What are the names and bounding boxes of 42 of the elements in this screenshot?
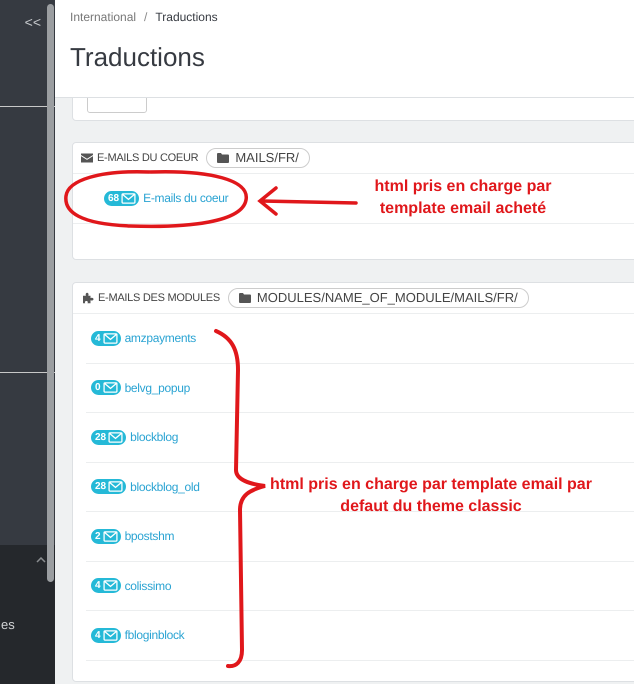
module-link[interactable]: bpostshm [124,527,174,546]
envelope-icon [102,530,118,542]
annotation-text: html pris en charge par template email acheté [374,177,552,219]
count-badge: 28 [91,479,126,494]
scrollbar[interactable] [47,4,54,582]
envelope-icon [81,153,93,163]
count-badge: 4 [91,330,121,346]
count-badge: 68 [104,190,140,206]
section-title: E-MAILS DU COEUR [97,150,198,166]
page-title: Traductions [70,41,206,74]
module-link[interactable]: fbloginblock [124,626,184,644]
sidebar-item[interactable]: es [1,615,55,634]
folder-icon [238,293,251,303]
module-link[interactable]: blockblog [130,428,178,446]
envelope-icon [108,481,124,492]
module-link[interactable]: belvg_popup [124,378,190,397]
envelope-icon [102,580,118,592]
collapse-button[interactable]: << [24,12,41,30]
envelope-icon [102,382,118,394]
count-badge: 2 [91,528,121,544]
envelope-icon [121,192,136,204]
breadcrumb-link[interactable]: International [70,8,136,26]
module-link[interactable]: E-mails du coeur [143,189,228,208]
puzzle-icon [81,292,94,304]
count-badge: 4 [91,578,121,594]
module-link[interactable]: blockblog_old [130,478,200,496]
annotation-text: html pris en charge par template email par defaut du theme classic [269,475,593,517]
envelope-icon [108,432,124,443]
breadcrumb-link[interactable]: Traductions [155,8,218,26]
count-badge: 4 [91,628,121,643]
count-badge: 28 [91,430,126,445]
breadcrumb-separator: / [144,9,148,26]
envelope-icon [102,630,118,641]
module-link[interactable]: colissimo [124,576,172,595]
path-badge: MODULES/NAME_OF_MODULE/MAILS/FR/ [228,288,529,308]
count-badge: 0 [91,380,121,396]
folder-icon [217,153,230,163]
module-link[interactable]: amzpayments [124,329,196,348]
path-badge: MAILS/FR/ [206,148,310,168]
caret-up-icon [36,557,46,563]
envelope-icon [102,332,118,344]
section-title: E-MAILS DES MODULES [98,290,220,306]
